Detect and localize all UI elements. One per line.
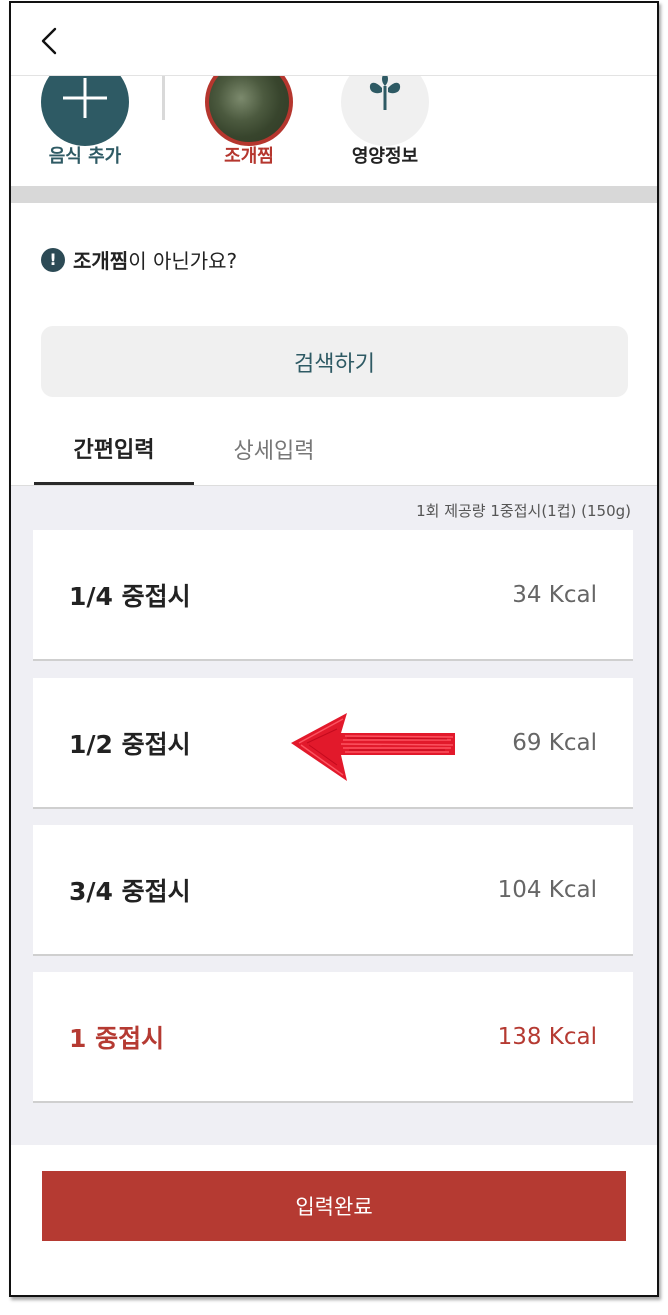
header	[11, 3, 657, 76]
nutrition-circle	[341, 76, 429, 146]
plus-icon	[63, 78, 107, 118]
app-frame: 음식 추가 조개찜 영양정보 ! 조개찜 이 아닌가요? 검색하기 간편입력 상…	[9, 1, 659, 1297]
tab-detailed-input[interactable]: 상세입력	[194, 413, 354, 485]
bottom-area: 입력완료	[11, 1145, 657, 1295]
input-mode-tabs: 간편입력 상세입력	[11, 413, 657, 485]
food-strip: 음식 추가 조개찜 영양정보	[11, 76, 657, 186]
leaf-icon	[369, 76, 401, 110]
portion-list: 1회 제공량 1중접시(1컵) (150g) 1/4 중접시 34 Kcal 1…	[11, 485, 657, 1145]
serving-info: 1회 제공량 1중접시(1컵) (150g)	[416, 502, 631, 520]
dish-label: 조개찜	[224, 146, 274, 167]
search-button[interactable]: 검색하기	[41, 326, 628, 397]
portion-label: 1/2 중접시	[69, 729, 191, 759]
add-food-label: 음식 추가	[48, 146, 122, 167]
strip-divider	[162, 76, 165, 120]
portion-label: 1 중접시	[69, 1023, 165, 1053]
portion-label: 3/4 중접시	[69, 876, 191, 906]
not-this-dish-notice: ! 조개찜 이 아닌가요?	[41, 245, 237, 274]
section-divider	[11, 186, 657, 203]
chevron-left-icon[interactable]	[33, 21, 67, 61]
dish-photo	[205, 76, 293, 146]
tab-simple-input[interactable]: 간편입력	[34, 413, 194, 485]
notice-text: 이 아닌가요?	[128, 249, 238, 273]
portion-kcal: 69 Kcal	[512, 729, 597, 756]
portion-full[interactable]: 1 중접시 138 Kcal	[33, 972, 633, 1103]
nutrition-label: 영양정보	[351, 146, 419, 167]
portion-three-quarter[interactable]: 3/4 중접시 104 Kcal	[33, 825, 633, 956]
portion-kcal: 34 Kcal	[512, 581, 597, 608]
portion-quarter[interactable]: 1/4 중접시 34 Kcal	[33, 530, 633, 661]
notice-dish-name: 조개찜	[73, 249, 129, 273]
add-food-circle	[41, 76, 129, 146]
portion-kcal: 138 Kcal	[497, 1023, 597, 1050]
portion-label: 1/4 중접시	[69, 581, 191, 611]
portion-kcal: 104 Kcal	[497, 876, 597, 903]
complete-input-button[interactable]: 입력완료	[42, 1171, 626, 1241]
add-food-button[interactable]: 음식 추가	[30, 76, 140, 186]
exclamation-icon: !	[41, 247, 65, 272]
portion-half[interactable]: 1/2 중접시 69 Kcal	[33, 678, 633, 809]
nutrition-info-button[interactable]: 영양정보	[330, 76, 440, 186]
dish-item[interactable]: 조개찜	[194, 76, 304, 186]
